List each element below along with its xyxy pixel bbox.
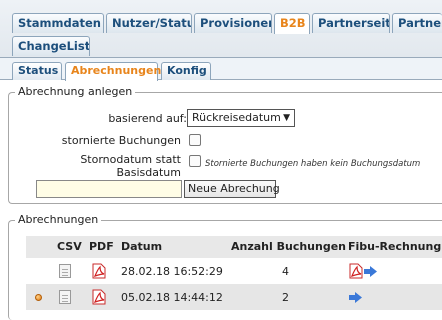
table-row: 05.02.18 14:44:12 2 [26,284,442,310]
col-fibu-rechnung: Fibu-Rechnung [348,240,442,253]
tab-nutzer-status[interactable]: Nutzer/Status [106,13,192,33]
sub-tab-bar: Status Abrechnungen Konfig [0,58,442,81]
tab-b2b[interactable]: B2B [274,13,310,34]
datum-cell: 05.02.18 14:44:12 [121,291,223,304]
anzahl-cell: 4 [282,265,289,278]
basis-select[interactable]: Rückreisedatum ▼ [187,109,295,127]
pdf-icon[interactable] [92,289,106,305]
arrow-right-icon[interactable] [349,292,362,303]
anzahl-cell: 2 [282,291,289,304]
abrechnung-anlegen-panel: Abrechnung anlegen basierend auf: Rückre… [8,85,442,204]
tab-stammdaten[interactable]: Stammdaten [12,13,104,33]
abrechnungen-table-header: CSV PDF Datum Anzahl Buchungen Fibu-Rech… [26,236,442,258]
stornodatum-label-line2: Basisdatum [116,166,181,179]
tab-partner[interactable]: Partner [392,13,442,33]
col-pdf: PDF [89,240,114,253]
csv-file-icon[interactable] [59,264,71,278]
tab-changelist[interactable]: ChangeList [12,36,90,56]
arrow-right-icon[interactable] [364,266,377,277]
subtab-abrechnungen[interactable]: Abrechnungen [65,62,161,81]
basis-label: basierend auf: [108,112,187,125]
dropdown-arrow-icon: ▼ [283,113,290,123]
tab-provisionen[interactable]: Provisionen [194,13,272,33]
basis-select-value: Rückreisedatum [192,111,281,124]
datum-cell: 28.02.18 16:52:29 [121,265,223,278]
col-csv: CSV [57,240,82,253]
fibu-pdf-icon[interactable] [349,263,363,279]
abrechnung-name-input[interactable] [36,180,182,198]
col-anzahl-buchungen: Anzahl Buchungen [231,240,346,253]
abrechnungen-legend: Abrechnungen [15,213,102,226]
col-datum: Datum [121,240,163,253]
subtab-konfig[interactable]: Konfig [161,62,211,80]
tab-partnerseite[interactable]: Partnerseite [312,13,390,33]
storniert-checkbox[interactable] [189,134,201,146]
storniert-label: stornierte Buchungen [61,134,181,147]
stornodatum-hint: Stornierte Buchungen haben kein Buchungs… [205,159,421,169]
subtab-status[interactable]: Status [12,62,62,80]
stornodatum-checkbox[interactable] [189,155,201,167]
csv-file-icon[interactable] [59,290,71,304]
table-row: 28.02.18 16:52:29 4 [26,258,442,284]
main-tab-bar: Stammdaten Nutzer/Status Provisionen B2B… [0,0,442,58]
abrechnung-anlegen-legend: Abrechnung anlegen [15,85,136,98]
status-dot-icon [35,294,42,301]
stornodatum-label-line1: Stornodatum statt [80,153,181,166]
neue-abrechnung-button[interactable]: Neue Abrechung [184,180,280,198]
pdf-icon[interactable] [92,263,106,279]
